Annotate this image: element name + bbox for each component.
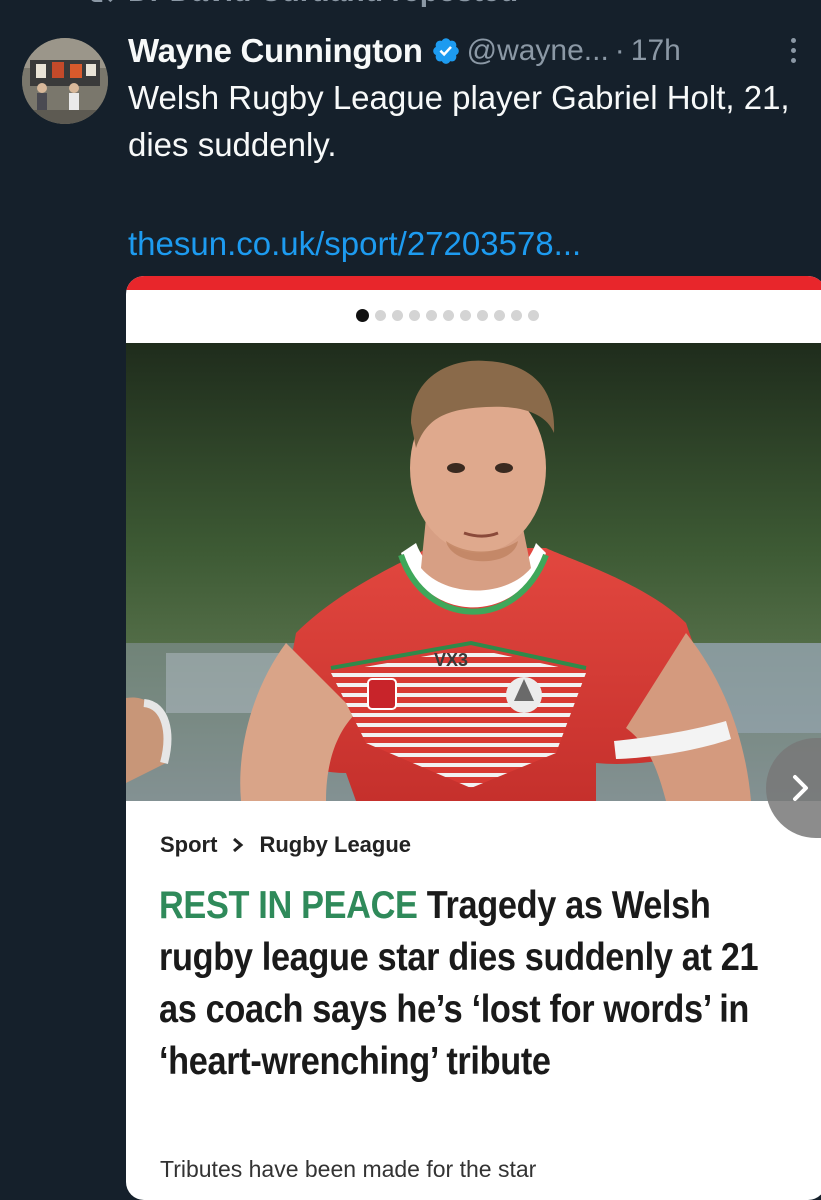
separator-dot: · (614, 34, 625, 67)
carousel-dot[interactable] (443, 310, 454, 321)
article-photo[interactable]: VX3 (126, 343, 821, 801)
more-options-icon[interactable] (787, 34, 799, 70)
verified-badge-icon[interactable] (431, 36, 461, 66)
tweet-link[interactable]: thesun.co.uk/sport/27203578... (128, 220, 581, 267)
rugby-player-image: VX3 (126, 343, 821, 801)
article-subtitle: Tributes have been made for the star (160, 1156, 537, 1182)
breadcrumb-item-rugby-league[interactable]: Rugby League (259, 832, 411, 858)
avatar-image (22, 38, 108, 124)
carousel-dot[interactable] (494, 310, 505, 321)
chevron-right-icon (793, 775, 808, 801)
tweet-text: Welsh Rugby League player Gabriel Holt, … (128, 79, 790, 163)
carousel-dot[interactable] (356, 309, 369, 322)
card-top-bar (126, 276, 821, 290)
repost-icon (91, 0, 113, 3)
repost-indicator[interactable]: Dr David Curtland reposted (86, 0, 518, 10)
carousel-dot[interactable] (392, 310, 403, 321)
article-headline[interactable]: REST IN PEACE Tragedy as Welsh rugby lea… (159, 880, 793, 1088)
carousel-dot[interactable] (375, 310, 386, 321)
carousel-dot[interactable] (460, 310, 471, 321)
breadcrumb-item-sport[interactable]: Sport (160, 832, 217, 858)
carousel-dot[interactable] (511, 310, 522, 321)
author-name[interactable]: Wayne Cunnington (128, 32, 423, 70)
author-handle[interactable]: @wayne... (467, 34, 609, 68)
carousel-dot[interactable] (426, 310, 437, 321)
timestamp[interactable]: 17h (631, 34, 681, 68)
breadcrumb: Sport Rugby League (160, 832, 411, 858)
carousel-dot[interactable] (409, 310, 420, 321)
headline-kicker: REST IN PEACE (159, 884, 418, 927)
avatar[interactable] (22, 38, 108, 124)
repost-text: Dr David Curtland reposted (128, 0, 518, 9)
carousel-dot[interactable] (477, 310, 488, 321)
article-card[interactable]: VX3 Sport Rugby League REST IN PEACE Tra… (126, 276, 821, 1200)
chevron-right-icon (233, 837, 244, 853)
shirt-brand: VX3 (434, 650, 468, 670)
carousel-indicator[interactable] (356, 309, 539, 322)
tweet-header: Wayne Cunnington @wayne... · 17h (128, 26, 805, 76)
carousel-dot[interactable] (528, 310, 539, 321)
